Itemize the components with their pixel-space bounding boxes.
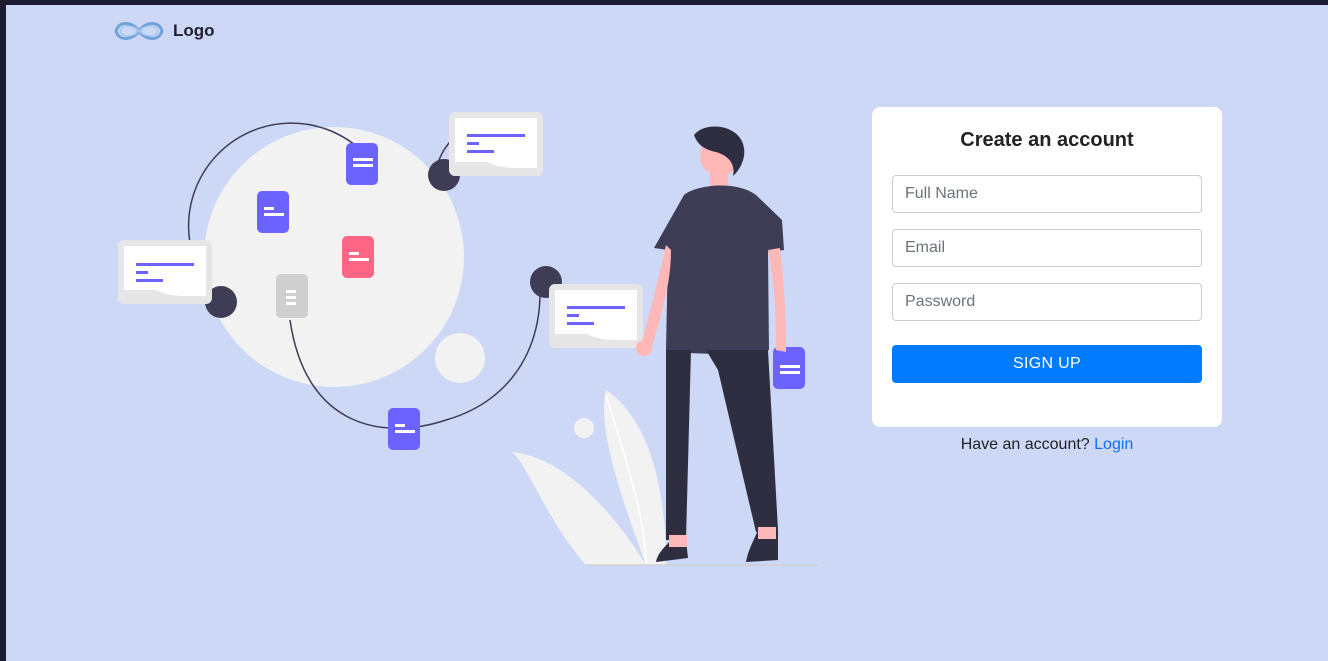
email-field[interactable] [892,229,1202,267]
infinity-icon [114,22,164,40]
full-name-field[interactable] [892,175,1202,213]
brand-logo[interactable]: Logo [111,17,215,45]
login-prompt: Have an account? Login [872,436,1222,454]
sign-up-button[interactable]: SIGN UP [892,345,1202,383]
login-link[interactable]: Login [1094,436,1133,453]
logo-text: Logo [173,21,215,40]
login-prompt-text: Have an account? [960,436,1090,453]
signup-illustration [118,112,818,566]
signup-page: Logo Create an account Full Name Email S… [6,5,1328,661]
signup-card: Create an account SIGN UP [872,107,1222,427]
password-field[interactable] [892,283,1202,321]
form-title: Create an account [960,129,1134,151]
